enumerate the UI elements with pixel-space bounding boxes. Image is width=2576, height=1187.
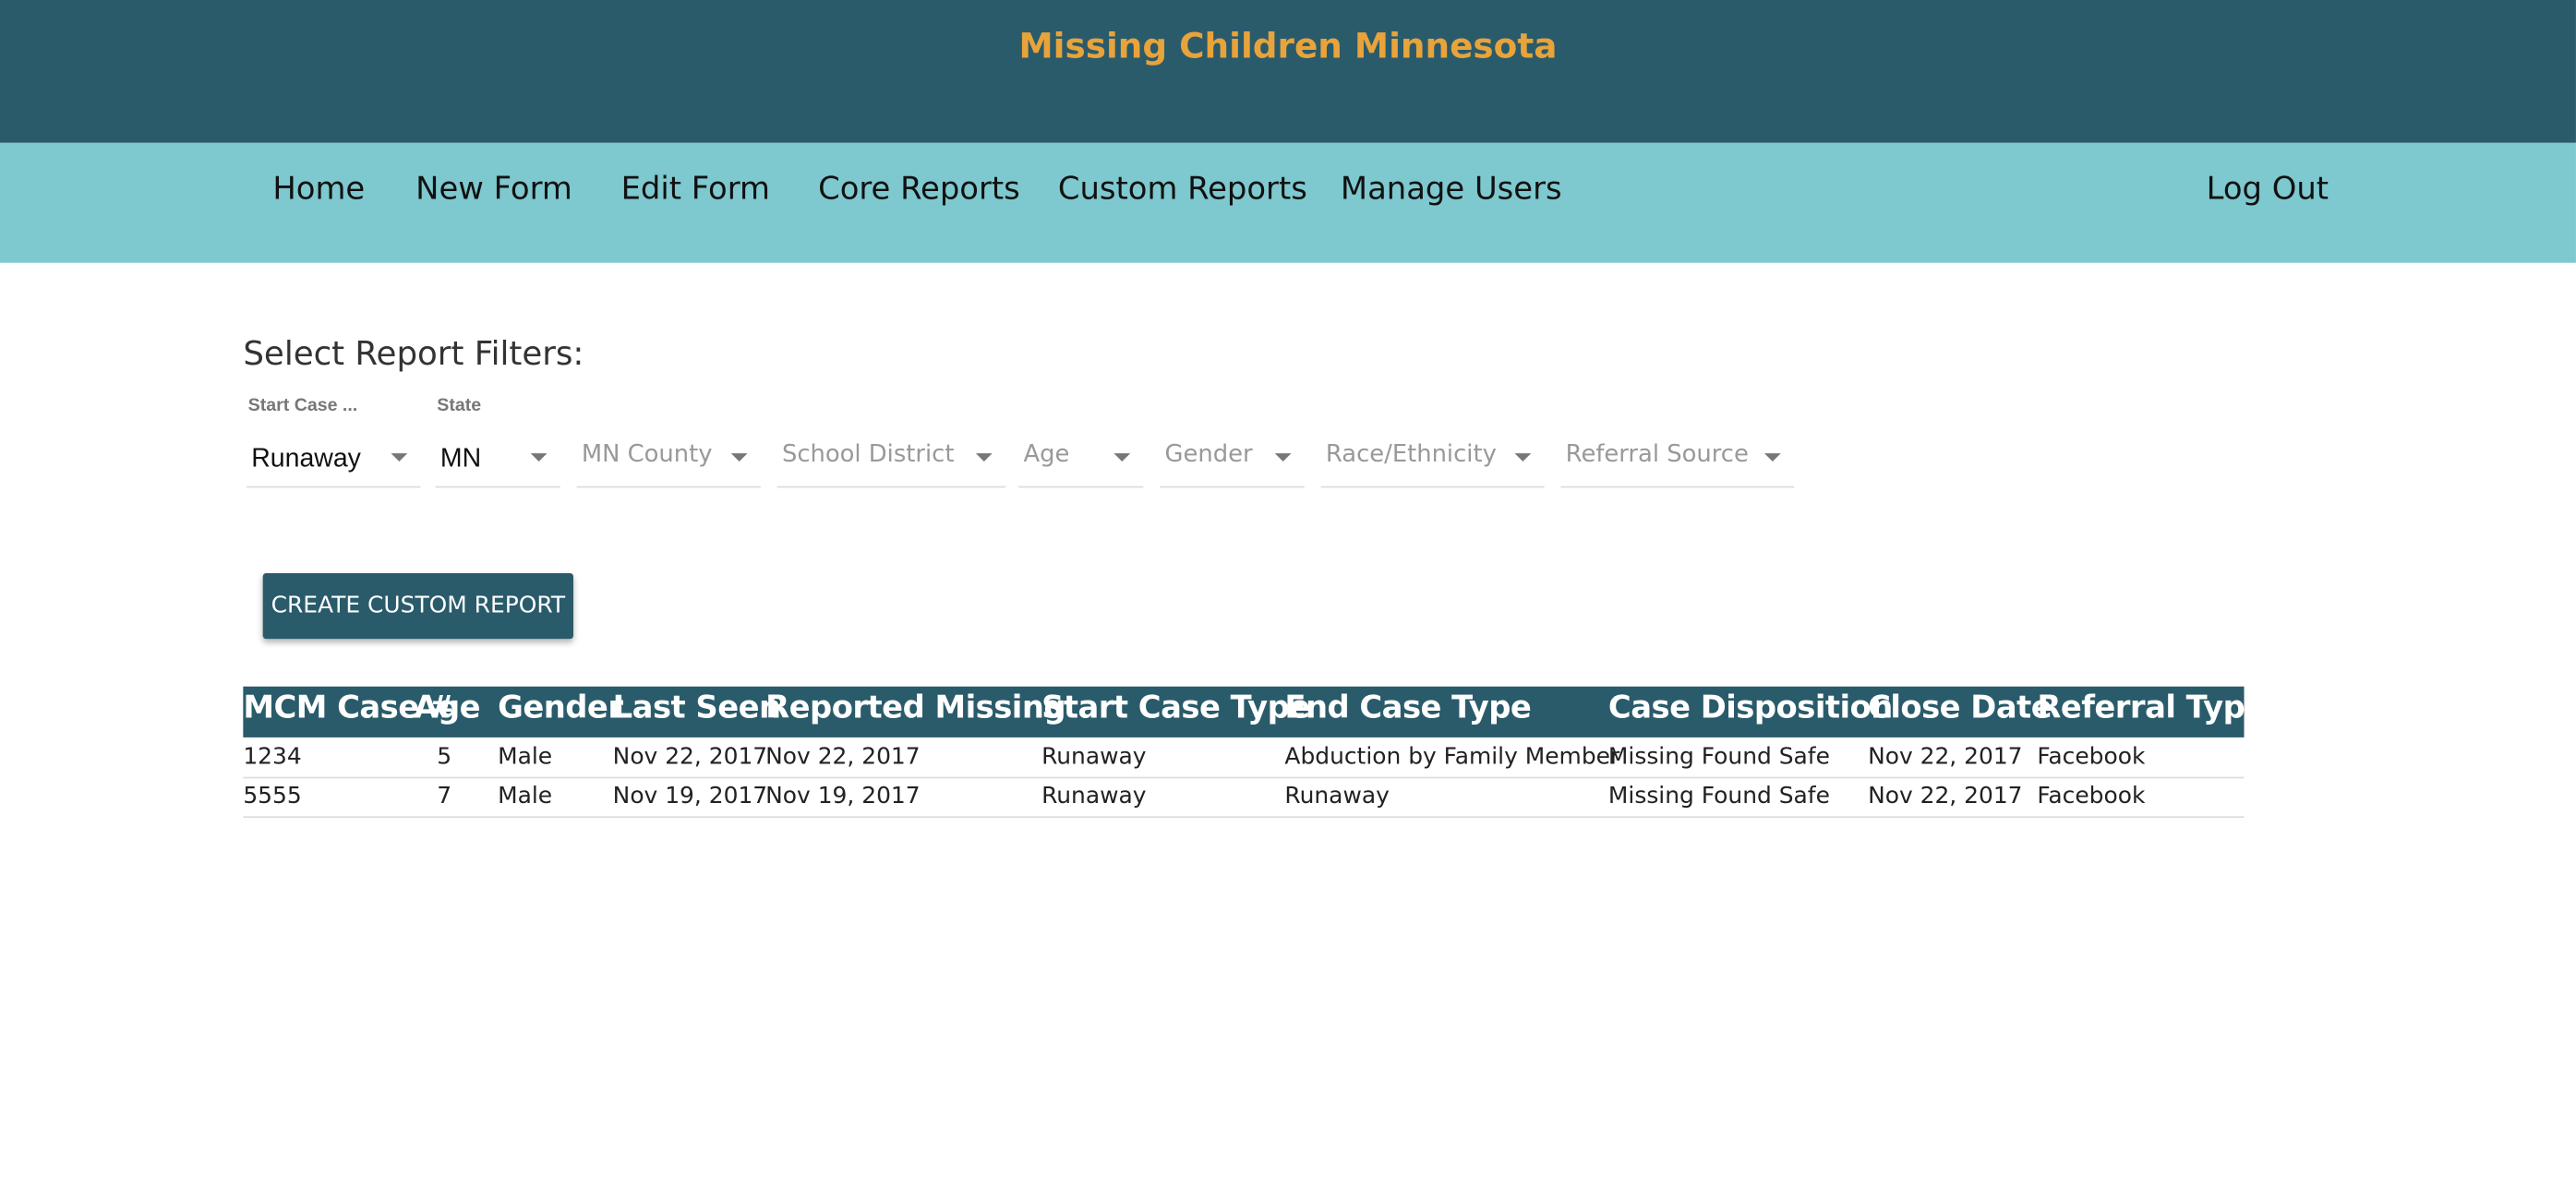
dropdown-arrow-icon (1763, 453, 1781, 462)
table-cell: Nov 22, 2017 (1868, 783, 2023, 810)
nav-log-out[interactable]: Log Out (2207, 171, 2329, 207)
table-cell: Missing Found Safe (1607, 783, 1830, 810)
table-cell: Nov 22, 2017 (1868, 744, 2023, 771)
age-select[interactable]: Age (1018, 437, 1144, 488)
app-header (0, 0, 2576, 143)
table-cell: Runaway (1041, 744, 1147, 771)
dropdown-arrow-icon (975, 453, 993, 462)
dropdown-arrow-icon (1514, 453, 1532, 462)
column-header[interactable]: Referral Type (2037, 689, 2266, 725)
table-cell: Runaway (1284, 783, 1390, 810)
table-cell: Nov 19, 2017 (612, 783, 768, 810)
school-district-select[interactable]: School District (776, 437, 1005, 488)
start-case-label: Start Case ... (247, 395, 358, 416)
state-select[interactable]: MN (435, 437, 560, 488)
nav-home[interactable]: Home (272, 171, 365, 207)
table-cell: Facebook (2037, 783, 2146, 810)
dropdown-arrow-icon (530, 453, 548, 462)
column-header[interactable]: Reported Missing (765, 689, 1065, 725)
table-cell: Missing Found Safe (1607, 744, 1830, 771)
table-cell: 5555 (243, 783, 302, 810)
table-cell: Facebook (2037, 744, 2146, 771)
table-row[interactable]: 1234 5 Male Nov 22, 2017 Nov 22, 2017 Runaway… (243, 739, 2245, 779)
table-cell: Male (498, 744, 553, 771)
mn-county-select[interactable]: MN County (576, 437, 761, 488)
referral-source-value: Referral Source (1565, 441, 1749, 469)
gender-select[interactable]: Gender (1160, 437, 1305, 488)
table-cell: Nov 19, 2017 (765, 783, 921, 810)
nav-new-form[interactable]: New Form (415, 171, 572, 207)
dropdown-arrow-icon (391, 453, 408, 462)
table-row[interactable]: 5555 7 Male Nov 19, 2017 Nov 19, 2017 Runaway… (243, 778, 2245, 819)
table-cell: Nov 22, 2017 (612, 744, 768, 771)
referral-source-select[interactable]: Referral Source (1560, 437, 1794, 488)
race-ethnicity-select[interactable]: Race/Ethnicity (1320, 437, 1545, 488)
start-case-type-select[interactable]: Runaway (246, 437, 421, 488)
dropdown-arrow-icon (1113, 453, 1131, 462)
gender-value: Gender (1164, 441, 1253, 469)
race-ethnicity-value: Race/Ethnicity (1325, 441, 1497, 469)
state-label: State (437, 395, 482, 416)
nav-core-reports[interactable]: Core Reports (818, 171, 1020, 207)
dropdown-arrow-icon (730, 453, 748, 462)
nav-custom-reports[interactable]: Custom Reports (1058, 171, 1307, 207)
create-custom-report-button[interactable]: CREATE CUSTOM REPORT (262, 572, 573, 640)
filters-title: Select Report Filters: (243, 333, 584, 373)
table-cell: 7 (437, 783, 452, 810)
state-value: MN (439, 445, 482, 474)
column-header[interactable]: Start Case Type (1041, 689, 1310, 725)
dropdown-arrow-icon (1274, 453, 1292, 462)
start-case-type-value: Runaway (251, 445, 361, 474)
table-cell: Runaway (1041, 783, 1147, 810)
column-header[interactable]: Age (414, 689, 480, 725)
column-header[interactable]: Last Seen (613, 689, 781, 725)
column-header[interactable]: End Case Type (1284, 689, 1531, 725)
age-value: Age (1023, 441, 1070, 469)
table-cell: Nov 22, 2017 (765, 744, 921, 771)
mn-county-value: MN County (581, 441, 713, 469)
page: Missing Children Minnesota Home New Form… (0, 0, 2576, 1187)
table-cell: 1234 (243, 744, 302, 771)
table-cell: Abduction by Family Member (1284, 744, 1620, 771)
column-header[interactable]: Case Disposition (1608, 689, 1893, 725)
app-title: Missing Children Minnesota (1018, 26, 1558, 66)
column-header[interactable]: Close Date (1868, 689, 2052, 725)
table-cell: Male (498, 783, 553, 810)
nav-edit-form[interactable]: Edit Form (621, 171, 770, 207)
column-header[interactable]: Gender (498, 689, 623, 725)
school-district-value: School District (781, 441, 955, 469)
table-cell: 5 (437, 744, 452, 771)
nav-manage-users[interactable]: Manage Users (1341, 171, 1562, 207)
